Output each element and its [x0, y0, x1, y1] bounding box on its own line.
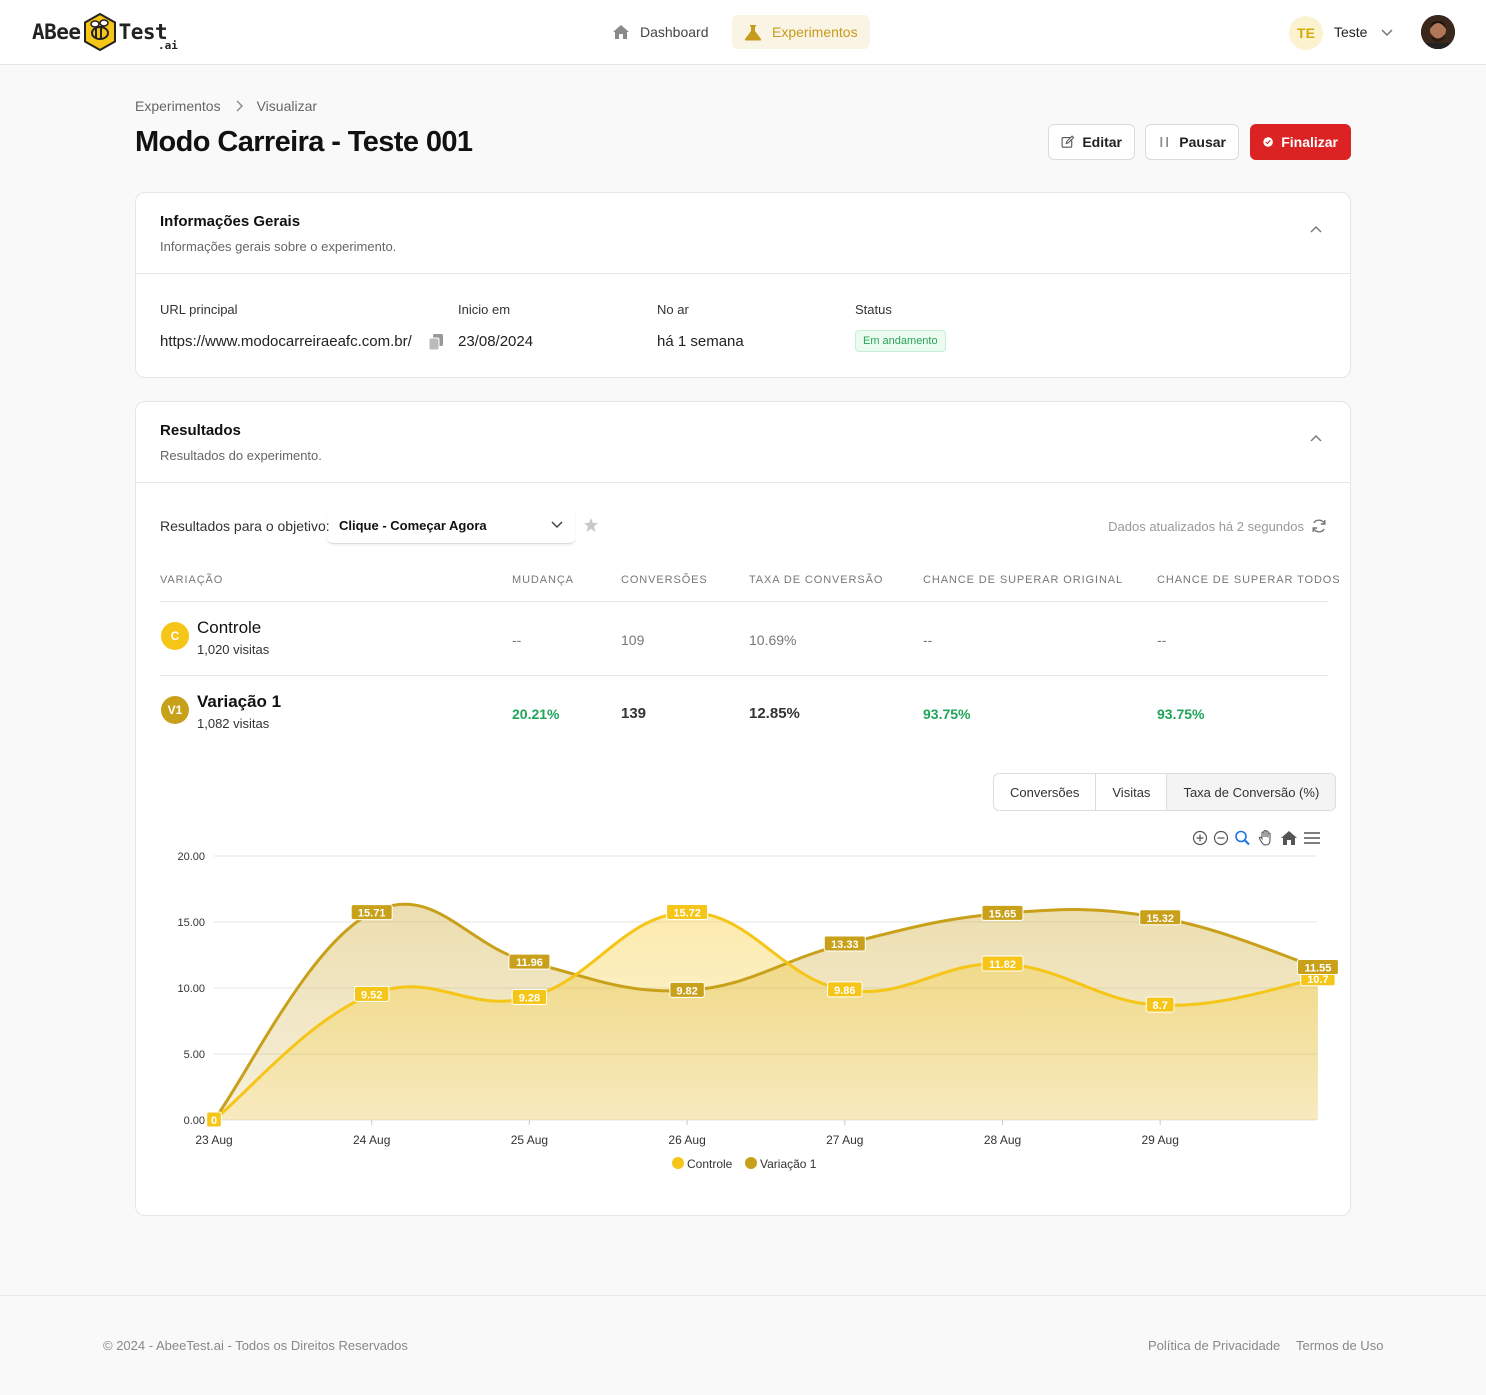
x-tick-label: 23 Aug	[195, 1133, 232, 1147]
chevron-right-icon	[236, 100, 243, 112]
live-value: há 1 semana	[657, 333, 744, 350]
edit-button[interactable]: Editar	[1048, 124, 1135, 160]
data-label-text: 15.71	[358, 908, 386, 920]
y-tick-label: 15.00	[177, 917, 205, 929]
legend-marker	[672, 1157, 684, 1169]
chevron-down-icon[interactable]	[1380, 26, 1394, 38]
finish-button-label: Finalizar	[1281, 134, 1338, 150]
x-tick-label: 28 Aug	[984, 1133, 1021, 1147]
conversion-rate-chart: 0.00 5.00 10.00 15.00 20.00 23 Aug 24 Aug 25 Au…	[177, 851, 1339, 1171]
logo-sub: .ai	[158, 39, 178, 52]
y-tick-label: 0.00	[184, 1115, 205, 1127]
data-label: 11.82	[981, 955, 1024, 972]
data-label: 11.55	[1296, 959, 1339, 976]
data-label: 13.33	[823, 935, 866, 952]
data-label-text: 8.7	[1153, 1000, 1168, 1012]
url-value: https://www.modocarreiraeafc.com.br/	[160, 333, 412, 350]
x-tick-label: 24 Aug	[353, 1133, 390, 1147]
x-tick-label: 29 Aug	[1142, 1133, 1179, 1147]
top-navbar: ABee Test .ai Dashboard Experimentos TE …	[0, 0, 1486, 65]
data-label-text: 9.28	[519, 993, 540, 1005]
data-label-text: 15.32	[1146, 913, 1174, 925]
nav-dashboard-label: Dashboard	[640, 24, 709, 40]
data-label: 11.96	[508, 953, 551, 970]
x-tick-label: 25 Aug	[511, 1133, 548, 1147]
pause-button[interactable]: Pausar	[1145, 124, 1239, 160]
app-logo[interactable]: ABee Test .ai	[32, 12, 178, 52]
home-icon	[613, 25, 629, 39]
live-label: No ar	[657, 302, 689, 317]
legend-label: Variação 1	[760, 1157, 817, 1171]
url-label: URL principal	[160, 302, 238, 317]
data-label: 0	[206, 1111, 222, 1128]
y-tick-label: 20.00	[177, 851, 205, 863]
data-label-text: 9.82	[676, 985, 697, 997]
nav-experimentos-label: Experimentos	[772, 24, 858, 40]
copyright-text: © 2024 - AbeeTest.ai - Todos os Direitos…	[103, 1338, 408, 1353]
data-label: 9.52	[354, 985, 390, 1002]
y-tick-label: 5.00	[184, 1049, 205, 1061]
breadcrumb: Experimentos Visualizar	[135, 98, 317, 114]
data-label-text: 11.55	[1304, 963, 1331, 975]
flask-icon	[744, 24, 762, 40]
data-label: 15.72	[666, 903, 709, 920]
avatar-photo-icon	[1421, 15, 1455, 49]
info-card-subtitle: Informações gerais sobre o experimento.	[160, 239, 397, 254]
data-label-text: 11.82	[989, 959, 1016, 971]
results-card: Resultados Resultados do experimento. Re…	[135, 401, 1351, 1216]
finish-button[interactable]: Finalizar	[1250, 124, 1351, 160]
copy-icon[interactable]	[428, 333, 444, 351]
data-label-text: 9.86	[834, 985, 855, 997]
data-label-text: 10.7	[1307, 974, 1328, 986]
data-label-text: 9.52	[361, 989, 382, 1001]
edit-icon	[1061, 135, 1075, 148]
legend-label: Controle	[687, 1157, 733, 1171]
data-label: 15.65	[981, 904, 1024, 921]
user-initials-badge[interactable]: TE	[1289, 16, 1323, 50]
info-card-title: Informações Gerais	[160, 213, 301, 230]
data-label-text: 15.65	[989, 908, 1017, 920]
logo-text: ABee	[32, 20, 81, 44]
data-label-text: 11.96	[516, 957, 543, 969]
page-title: Modo Carreira - Teste 001	[135, 126, 473, 158]
status-label: Status	[855, 302, 892, 317]
chevron-up-icon[interactable]	[1310, 225, 1322, 233]
x-tick-label: 26 Aug	[668, 1133, 705, 1147]
footer: © 2024 - AbeeTest.ai - Todos os Direitos…	[0, 1295, 1486, 1395]
edit-button-label: Editar	[1082, 134, 1122, 150]
data-label-text: 13.33	[831, 939, 859, 951]
data-label: 9.82	[669, 981, 705, 998]
nav-dashboard[interactable]: Dashboard	[600, 15, 721, 49]
info-card: Informações Gerais Informações gerais so…	[135, 192, 1351, 378]
data-label: 15.71	[350, 904, 393, 921]
user-name[interactable]: Teste	[1334, 24, 1367, 40]
y-tick-label: 10.00	[177, 983, 205, 995]
breadcrumb-visualizar: Visualizar	[256, 98, 318, 114]
user-avatar[interactable]	[1421, 15, 1455, 49]
breadcrumb-experimentos[interactable]: Experimentos	[135, 98, 221, 114]
data-label-text: 15.72	[673, 907, 701, 919]
status-badge: Em andamento	[855, 330, 946, 352]
data-label: 15.32	[1139, 909, 1182, 926]
start-value: 23/08/2024	[458, 333, 534, 350]
pause-icon	[1160, 137, 1168, 147]
data-label: 9.86	[827, 981, 863, 998]
privacy-link[interactable]: Política de Privacidade	[1148, 1338, 1280, 1353]
divider	[136, 273, 1350, 274]
check-circle-icon	[1263, 137, 1273, 147]
data-label-text: 0	[211, 1115, 217, 1127]
pause-button-label: Pausar	[1179, 134, 1226, 150]
legend-marker	[745, 1157, 757, 1169]
nav-experimentos[interactable]: Experimentos	[732, 15, 870, 49]
terms-link[interactable]: Termos de Uso	[1296, 1338, 1383, 1353]
data-label: 9.28	[511, 989, 548, 1006]
data-label: 8.7	[1145, 996, 1175, 1013]
bee-logo-icon	[83, 13, 116, 51]
x-tick-label: 27 Aug	[826, 1133, 863, 1147]
start-label: Inicio em	[458, 302, 511, 317]
